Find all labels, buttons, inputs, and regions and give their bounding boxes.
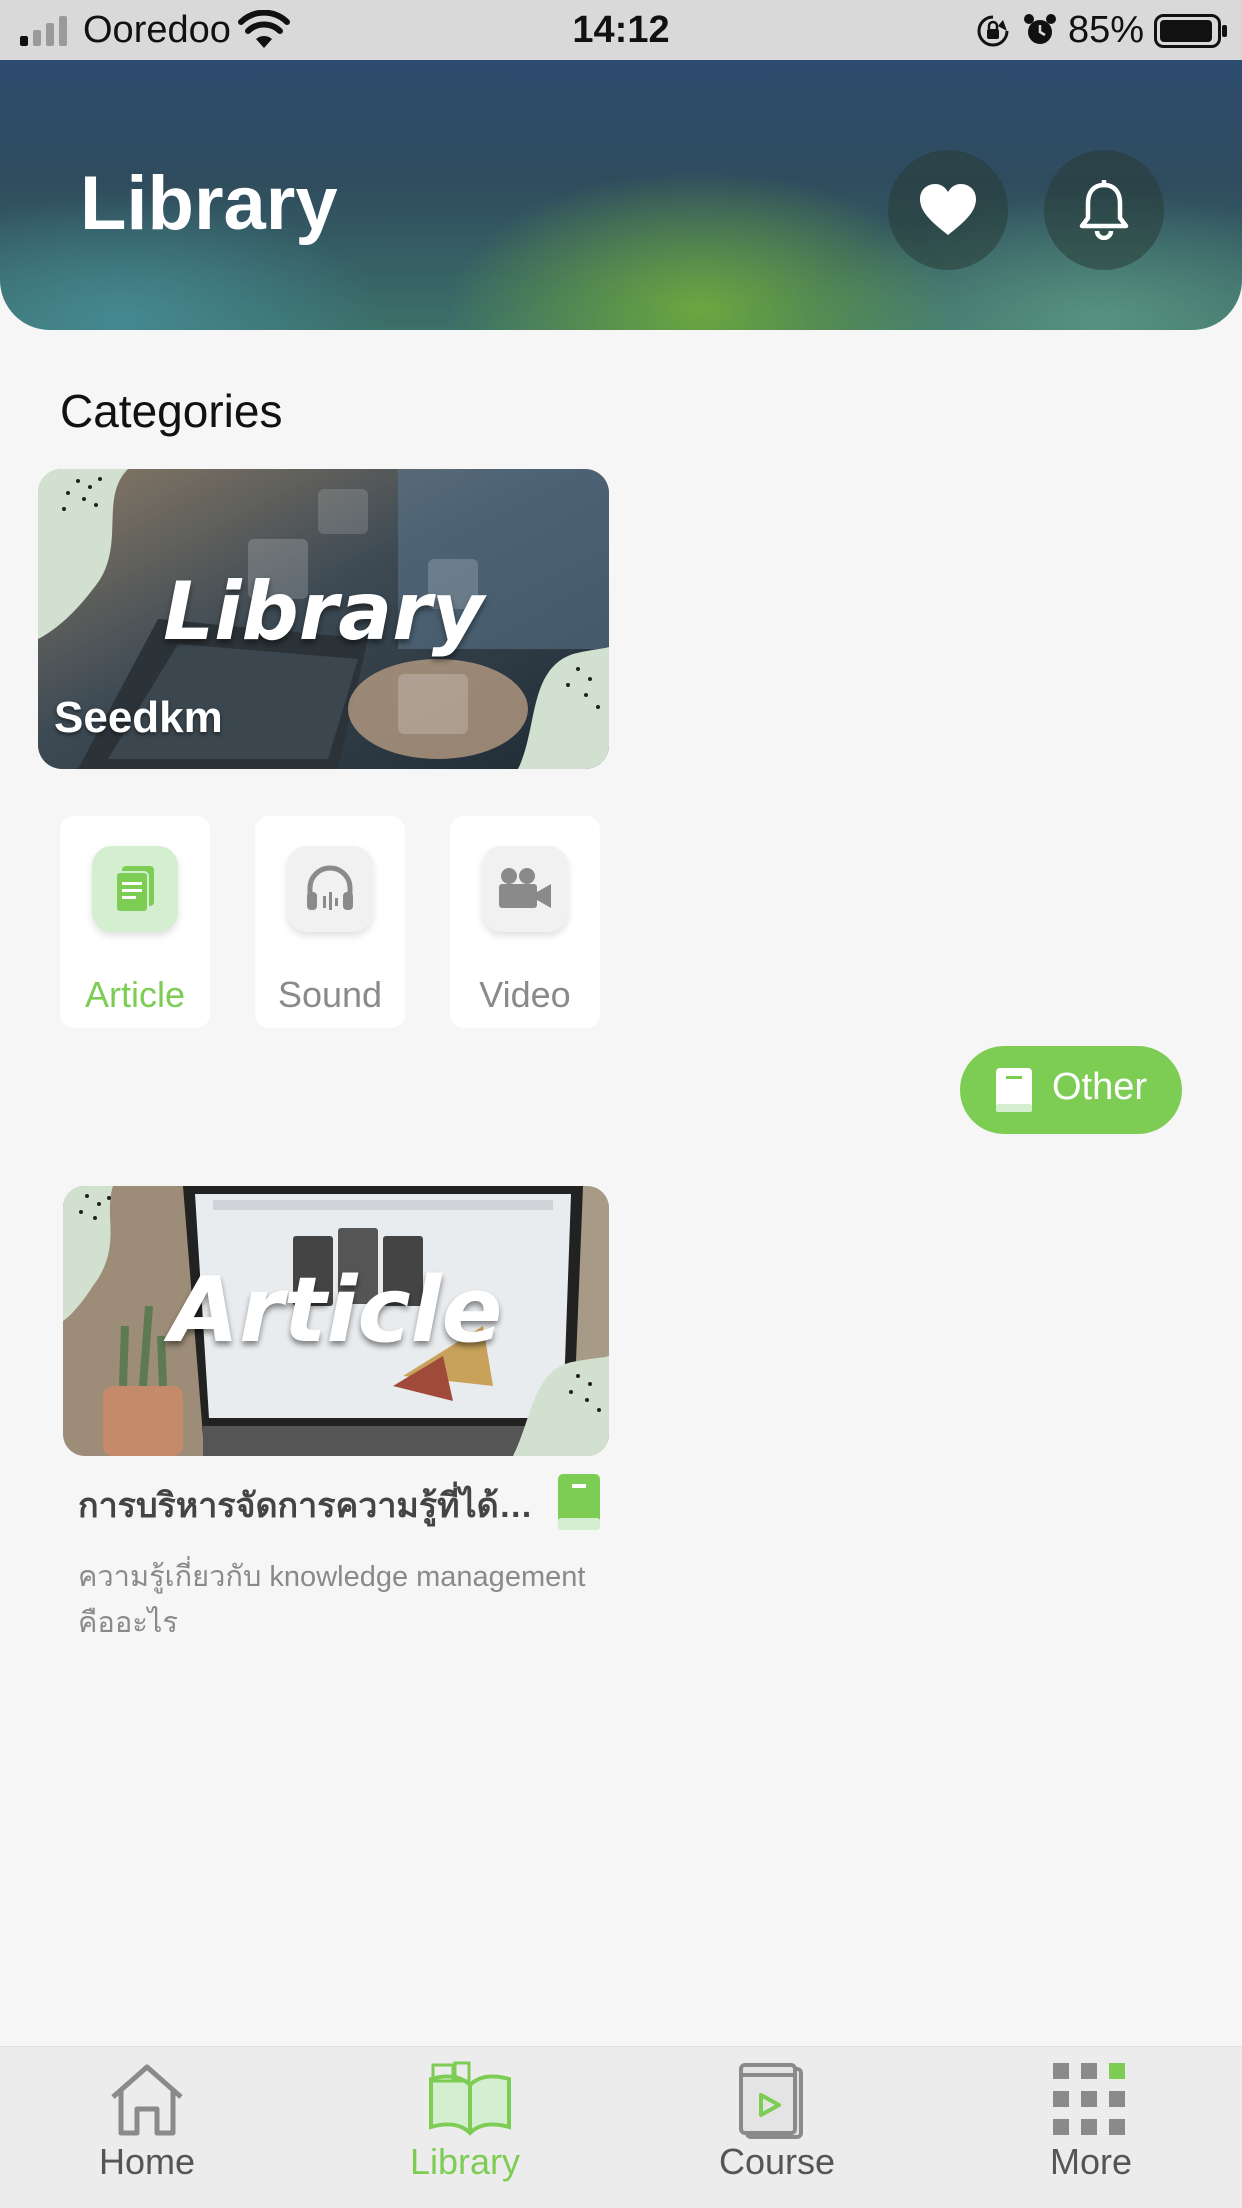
tab-more[interactable]: More: [971, 2047, 1211, 2208]
tab-label: Home: [98, 2141, 196, 2182]
battery-icon: [1154, 14, 1227, 48]
tab-label: More: [1049, 2141, 1133, 2182]
tab-bar: Home Library Course More: [0, 2046, 1242, 2208]
library-banner[interactable]: Library Seedkm: [38, 469, 609, 769]
category-tile-article[interactable]: Article: [60, 816, 210, 1028]
categories-heading: Categories: [60, 385, 283, 437]
category-tile-video[interactable]: Video: [450, 816, 600, 1028]
category-tile-label: Sound: [277, 974, 383, 1015]
category-tile-label: Video: [479, 974, 571, 1015]
document-icon: [115, 866, 154, 913]
other-button-label: Other: [1052, 1066, 1148, 1108]
course-icon: [739, 2063, 803, 2139]
alarm-icon: [1024, 14, 1056, 44]
page-title: Library: [80, 161, 338, 246]
tab-library[interactable]: Library: [345, 2047, 585, 2208]
banner-subtitle: Seedkm: [54, 693, 223, 742]
video-camera-icon: [499, 868, 551, 908]
category-tile-label: Article: [84, 974, 186, 1015]
grid-icon: [1053, 2063, 1125, 2135]
banner-title: Library: [163, 565, 484, 658]
article-card-image[interactable]: Article: [63, 1186, 609, 1456]
orientation-lock-icon: [977, 15, 1009, 47]
notifications-button[interactable]: [1044, 150, 1164, 270]
article-card-description: ความรู้เกี่ยวกับ knowledge management คื…: [78, 1561, 586, 1639]
tab-course[interactable]: Course: [657, 2047, 897, 2208]
tab-label: Library: [409, 2141, 521, 2182]
tab-home[interactable]: Home: [27, 2047, 267, 2208]
book-icon: [558, 1474, 600, 1530]
battery-percent: 85%: [1068, 9, 1145, 51]
other-category-button[interactable]: Other: [960, 1046, 1182, 1134]
headphones-icon: [307, 865, 353, 910]
status-bar: Ooredoo 14:12 85%: [0, 0, 1242, 60]
article-card-title[interactable]: การบริหารจัดการความรู้ที่ได้ร…: [78, 1478, 538, 1532]
category-tile-sound[interactable]: Sound: [255, 816, 405, 1028]
home-icon: [111, 2064, 183, 2136]
article-image-title: Article: [169, 1258, 503, 1363]
bell-icon: [1079, 180, 1129, 240]
book-icon: [996, 1068, 1032, 1112]
heart-icon: [920, 184, 976, 235]
tab-label: Course: [718, 2141, 836, 2182]
library-icon: [429, 2061, 511, 2136]
favorites-button[interactable]: [888, 150, 1008, 270]
